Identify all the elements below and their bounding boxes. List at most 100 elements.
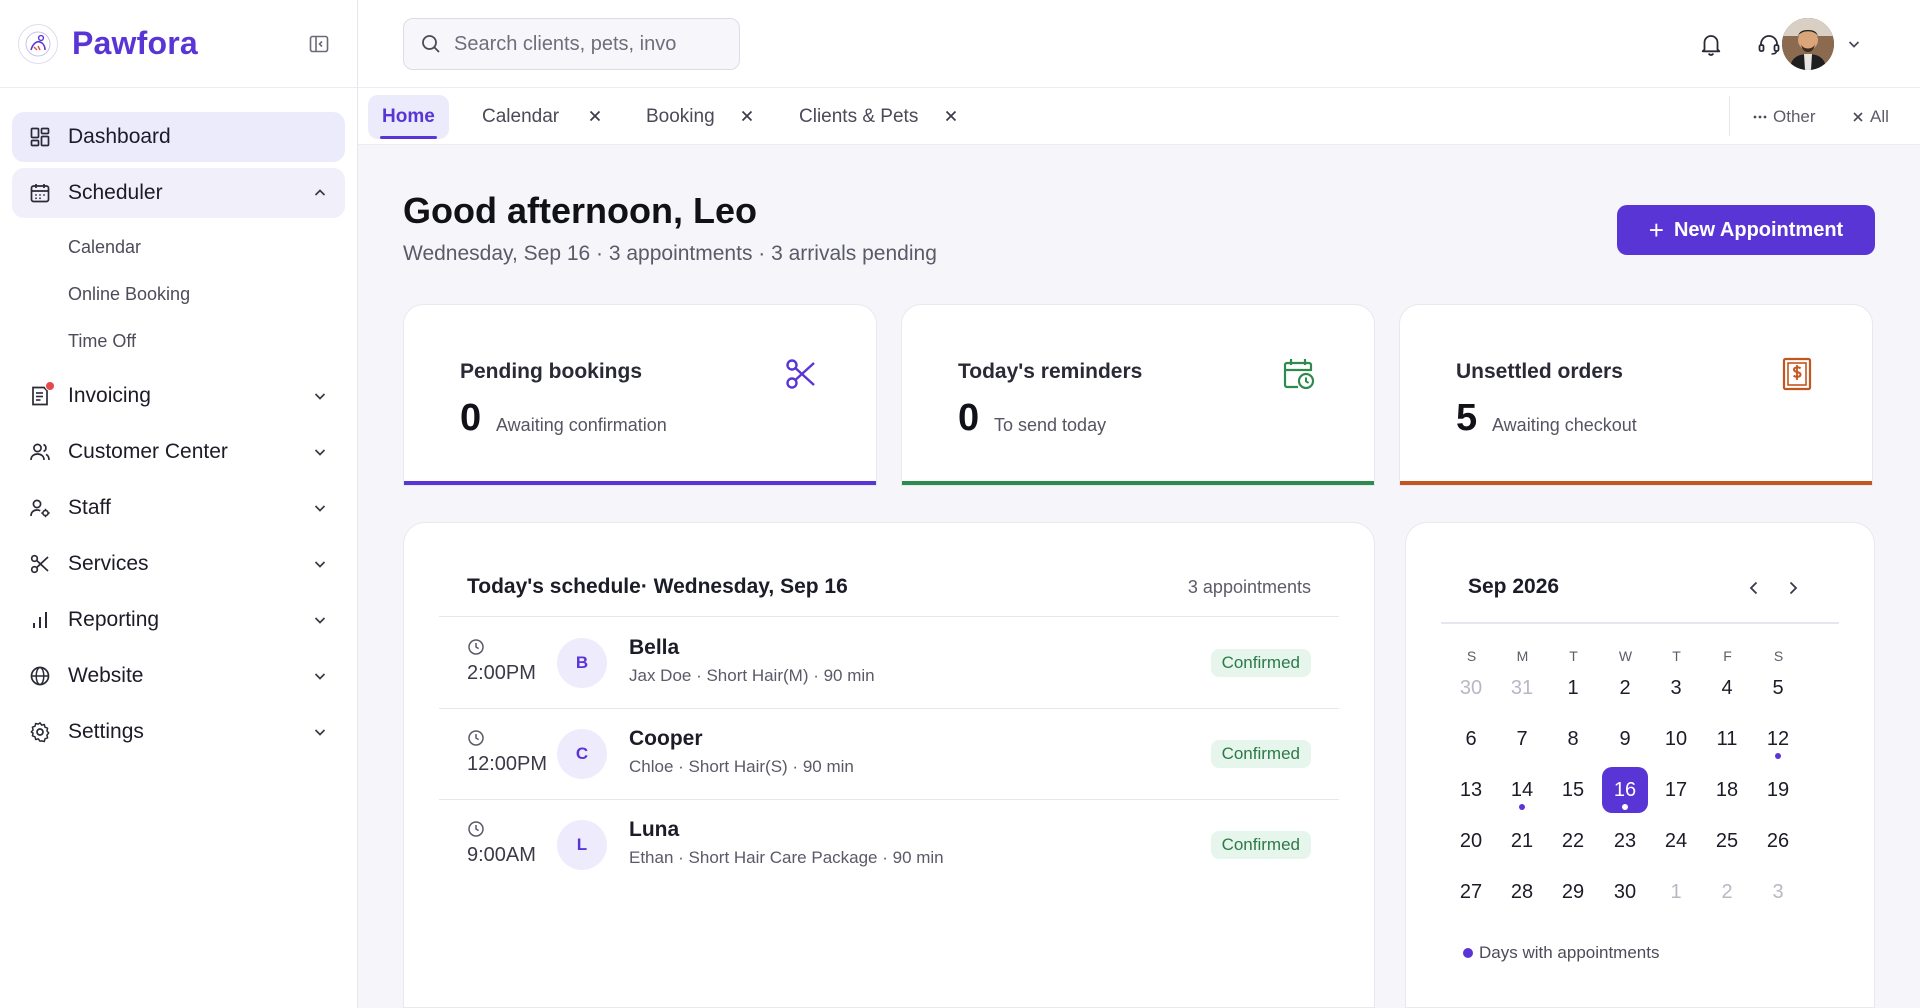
account-menu-chevron[interactable]	[1846, 36, 1862, 52]
calendar-day[interactable]: 30	[1602, 869, 1648, 915]
calendar-day[interactable]: 3	[1653, 665, 1699, 711]
tab-calendar[interactable]: Calendar	[468, 95, 573, 139]
user-avatar-icon	[1782, 18, 1834, 70]
calendar-day[interactable]: 26	[1755, 818, 1801, 864]
calendar-day[interactable]: 1	[1653, 869, 1699, 915]
calendar-day-number: 7	[1516, 727, 1528, 750]
sidebar-collapse-button[interactable]	[307, 32, 331, 56]
weekday-label: M	[1516, 648, 1529, 664]
calendar-next-button[interactable]	[1782, 577, 1804, 599]
close-icon	[741, 110, 753, 122]
new-appointment-button[interactable]: + New Appointment	[1617, 205, 1875, 255]
calendar-day[interactable]: 12	[1755, 716, 1801, 762]
calendar-day[interactable]: 22	[1550, 818, 1596, 864]
calendar-day-number: 9	[1619, 727, 1631, 750]
sidebar-item-reporting[interactable]: Reporting	[12, 595, 345, 645]
calendar-day-selected[interactable]: 16	[1602, 767, 1648, 813]
support-button[interactable]	[1756, 31, 1782, 57]
schedule-row[interactable]: 9:00AM L Luna Ethan · Short Hair Care Pa…	[439, 800, 1339, 891]
calendar-day[interactable]: 24	[1653, 818, 1699, 864]
calendar-day[interactable]: 19	[1755, 767, 1801, 813]
calendar-day[interactable]: 28	[1499, 869, 1545, 915]
tabs-all-label: All	[1870, 107, 1889, 126]
notifications-button[interactable]	[1698, 31, 1724, 57]
calendar-clock-icon	[1280, 355, 1318, 393]
sidebar-item-customer-center[interactable]: Customer Center	[12, 427, 345, 477]
sidebar-item-scheduler[interactable]: Scheduler	[12, 168, 345, 218]
calendar-day[interactable]: 21	[1499, 818, 1545, 864]
calendar-day[interactable]: 17	[1653, 767, 1699, 813]
appointment-details: Ethan · Short Hair Care Package · 90 min	[629, 848, 944, 867]
sidebar-item-website[interactable]: Website	[12, 651, 345, 701]
calendar-day[interactable]: 8	[1550, 716, 1596, 762]
tab-clients-pets-close[interactable]	[941, 106, 961, 126]
calendar-day[interactable]: 4	[1704, 665, 1750, 711]
calendar-day[interactable]: 14	[1499, 767, 1545, 813]
sidebar: Pawfora Dashboard Scheduler Calendar Onl…	[0, 0, 358, 1008]
sidebar-item-invoicing[interactable]: Invoicing	[12, 371, 345, 421]
tab-booking-close[interactable]	[737, 106, 757, 126]
calendar-day[interactable]: 1	[1550, 665, 1596, 711]
sidebar-item-dashboard[interactable]: Dashboard	[12, 112, 345, 162]
close-icon	[1853, 112, 1863, 122]
gear-icon	[28, 720, 52, 744]
sidebar-subitem-online-booking[interactable]: Online Booking	[12, 271, 345, 318]
search-box[interactable]	[403, 18, 740, 70]
sidebar-item-label: Settings	[68, 720, 144, 743]
sidebar-subitem-time-off[interactable]: Time Off	[12, 318, 345, 365]
calendar-day[interactable]: 10	[1653, 716, 1699, 762]
scissors-icon	[782, 355, 820, 393]
avatar[interactable]	[1782, 18, 1834, 70]
calendar-day[interactable]: 6	[1448, 716, 1494, 762]
tab-home[interactable]: Home	[368, 95, 449, 139]
users-icon	[28, 440, 52, 464]
stat-card-unsettled-orders[interactable]: Unsettled orders 5 Awaiting checkout	[1399, 304, 1873, 486]
sidebar-item-settings[interactable]: Settings	[12, 707, 345, 757]
calendar-day[interactable]: 31	[1499, 665, 1545, 711]
sidebar-item-services[interactable]: Services	[12, 539, 345, 589]
tab-clients-pets[interactable]: Clients & Pets	[785, 95, 932, 139]
chevron-down-icon	[311, 499, 329, 517]
appointment-time: 2:00PM	[467, 662, 536, 684]
calendar-day[interactable]: 3	[1755, 869, 1801, 915]
pet-name: Bella	[629, 636, 680, 659]
calendar-day[interactable]: 27	[1448, 869, 1494, 915]
calendar-day[interactable]: 20	[1448, 818, 1494, 864]
schedule-row[interactable]: 2:00PM B Bella Jax Doe · Short Hair(M) ·…	[439, 618, 1339, 709]
calendar-day[interactable]: 2	[1602, 665, 1648, 711]
tab-booking[interactable]: Booking	[632, 95, 729, 139]
calendar-divider	[1441, 622, 1839, 624]
calendar-day-number: 22	[1561, 829, 1585, 852]
tabs-close-all-button[interactable]: All	[1851, 103, 1889, 131]
calendar-day[interactable]: 18	[1704, 767, 1750, 813]
tabs-other-button[interactable]: Other	[1752, 103, 1816, 131]
stat-desc: Awaiting confirmation	[496, 415, 667, 435]
tab-calendar-close[interactable]	[585, 106, 605, 126]
sidebar-subitem-calendar[interactable]: Calendar	[12, 224, 345, 271]
search-input[interactable]	[454, 32, 714, 56]
clock-icon	[468, 730, 484, 746]
calendar-day[interactable]: 23	[1602, 818, 1648, 864]
calendar-day[interactable]: 11	[1704, 716, 1750, 762]
stat-card-todays-reminders[interactable]: Today's reminders 0 To send today	[901, 304, 1375, 486]
calendar-prev-button[interactable]	[1743, 577, 1765, 599]
stat-card-pending-bookings[interactable]: Pending bookings 0 Awaiting confirmation	[403, 304, 877, 486]
calendar-day[interactable]: 13	[1448, 767, 1494, 813]
calendar-day-number: 3	[1670, 676, 1682, 699]
calendar-day[interactable]: 9	[1602, 716, 1648, 762]
sidebar-item-label: Invoicing	[68, 384, 151, 407]
calendar-day[interactable]: 5	[1755, 665, 1801, 711]
stat-title: Unsettled orders	[1456, 360, 1623, 383]
schedule-row[interactable]: 12:00PM C Cooper Chloe · Short Hair(S) ·…	[439, 709, 1339, 800]
calendar-day[interactable]: 7	[1499, 716, 1545, 762]
sidebar-item-staff[interactable]: Staff	[12, 483, 345, 533]
calendar-day[interactable]: 15	[1550, 767, 1596, 813]
stat-value: 0	[460, 397, 482, 439]
calendar-day[interactable]: 29	[1550, 869, 1596, 915]
calendar-day[interactable]: 2	[1704, 869, 1750, 915]
calendar-day[interactable]: 30	[1448, 665, 1494, 711]
brand-logo[interactable]	[18, 23, 58, 64]
calendar-day[interactable]: 25	[1704, 818, 1750, 864]
page-subtitle: Wednesday, Sep 16 · 3 appointments · 3 a…	[403, 242, 937, 265]
calendar-day-number: 15	[1561, 778, 1585, 801]
